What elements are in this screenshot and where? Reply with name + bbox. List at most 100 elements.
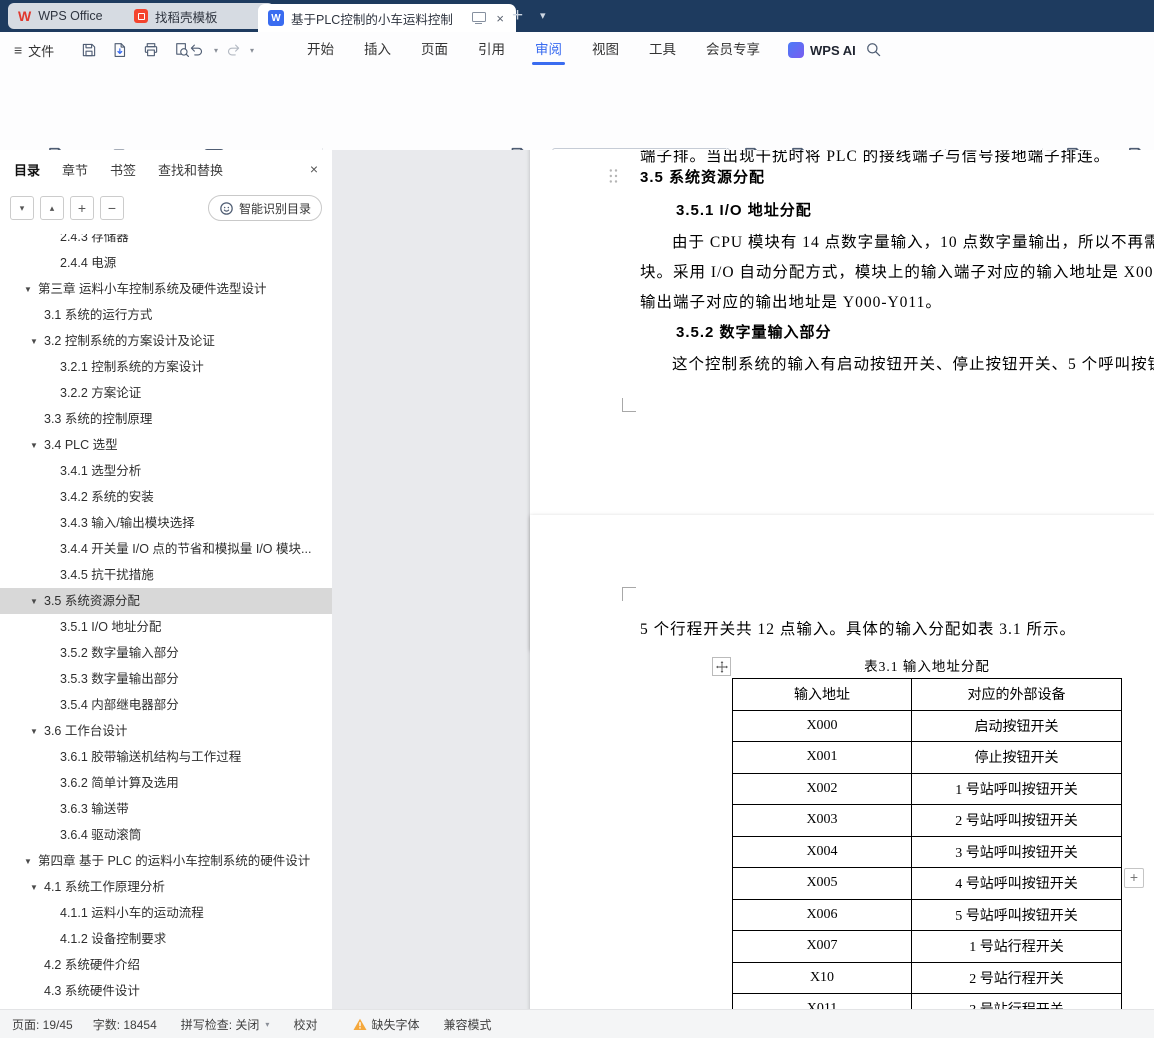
paragraph-line[interactable]: 输出端子对应的输出地址是 Y000-Y011。 bbox=[640, 292, 942, 314]
wps-ai-button[interactable]: WPS AI bbox=[788, 32, 856, 68]
table-cell[interactable]: X011 bbox=[732, 993, 912, 1010]
file-menu-button[interactable]: ≡ 文件 bbox=[14, 32, 54, 68]
toc-item[interactable]: 4.2 系统硬件介绍 bbox=[0, 952, 332, 978]
save-button[interactable] bbox=[78, 39, 100, 61]
table-caption[interactable]: 表3.1 输入地址分配 bbox=[732, 655, 1122, 675]
subsection-heading-3-5-1[interactable]: 3.5.1 I/O 地址分配 bbox=[676, 200, 812, 222]
menu-tab-会员专享[interactable]: 会员专享 bbox=[706, 32, 760, 68]
table-cell[interactable]: X003 bbox=[732, 804, 912, 837]
expand-triangle-icon[interactable]: ▼ bbox=[30, 589, 44, 614]
toc-item[interactable]: 3.4.2 系统的安装 bbox=[0, 484, 332, 510]
paragraph-line[interactable]: 块。采用 I/O 自动分配方式，模块上的输入端子对应的输入地址是 X000- bbox=[640, 262, 1154, 284]
tab-active-document[interactable]: W 基于PLC控制的小车运料控制 × bbox=[258, 4, 516, 32]
expand-triangle-icon[interactable]: ▼ bbox=[24, 849, 38, 874]
toc-item[interactable]: ▼ 第三章 运料小车控制系统及硬件选型设计 bbox=[0, 276, 332, 302]
table-cell[interactable]: 4 号站呼叫按钮开关 bbox=[911, 867, 1122, 900]
toc-item[interactable]: ▼ 3.4 PLC 选型 bbox=[0, 432, 332, 458]
toc-item[interactable]: 3.5.4 内部继电器部分 bbox=[0, 692, 332, 718]
redo-button[interactable] bbox=[222, 39, 244, 61]
table-cell[interactable]: X007 bbox=[732, 930, 912, 963]
table-cell[interactable]: 1 号站呼叫按钮开关 bbox=[911, 772, 1122, 805]
paragraph-line[interactable]: 5 个行程开关共 12 点输入。具体的输入分配如表 3.1 所示。 bbox=[640, 619, 1076, 641]
toc-item[interactable]: 3.2.2 方案论证 bbox=[0, 380, 332, 406]
table-cell[interactable]: 3 号站行程开关 bbox=[911, 993, 1122, 1010]
table-cell[interactable]: X005 bbox=[732, 867, 912, 900]
expand-triangle-icon[interactable]: ▼ bbox=[30, 329, 44, 354]
table-cell[interactable]: X001 bbox=[732, 741, 912, 774]
expand-triangle-icon[interactable]: ▼ bbox=[30, 875, 44, 900]
expand-triangle-icon[interactable]: ▼ bbox=[30, 433, 44, 458]
toc-item[interactable]: 3.4.5 抗干扰措施 bbox=[0, 562, 332, 588]
table-cell[interactable]: X006 bbox=[732, 898, 912, 931]
toc-item[interactable]: ▼ 3.6 工作台设计 bbox=[0, 718, 332, 744]
spell-check-toggle[interactable]: 拼写检查: 关闭 ▾ bbox=[181, 1016, 270, 1033]
print-button[interactable] bbox=[140, 39, 162, 61]
missing-font-warning[interactable]: 缺失字体 bbox=[353, 1016, 419, 1033]
toc-tab-chapters[interactable]: 章节 bbox=[62, 160, 88, 179]
toc-item[interactable]: 3.6.1 胶带输送机结构与工作过程 bbox=[0, 744, 332, 770]
expand-triangle-icon[interactable]: ▼ bbox=[30, 719, 44, 744]
proofread-status-button[interactable]: 校对 bbox=[293, 1016, 317, 1033]
toc-tab-contents[interactable]: 目录 bbox=[14, 160, 40, 179]
table-cell[interactable]: X004 bbox=[732, 835, 912, 868]
menu-tab-工具[interactable]: 工具 bbox=[649, 32, 676, 68]
paragraph-line[interactable]: 由于 CPU 模块有 14 点数字量输入，10 点数字量输出，所以不再需要 bbox=[672, 232, 1154, 254]
menu-tab-审阅[interactable]: 审阅 bbox=[532, 32, 565, 68]
toc-item[interactable]: 4.3 系统硬件设计 bbox=[0, 978, 332, 1004]
expand-triangle-icon[interactable]: ▼ bbox=[24, 277, 38, 302]
toc-tab-bookmarks[interactable]: 书签 bbox=[110, 160, 136, 179]
table-add-row-button[interactable]: + bbox=[1124, 868, 1144, 888]
toc-item[interactable]: 4.1.2 设备控制要求 bbox=[0, 926, 332, 952]
toc-panel-close-icon[interactable]: × bbox=[310, 161, 318, 177]
table-cell[interactable]: 1 号站行程开关 bbox=[911, 930, 1122, 963]
section-heading-3-5[interactable]: 3.5 系统资源分配 bbox=[640, 167, 765, 189]
tab-list-caret-icon[interactable]: ▾ bbox=[534, 3, 552, 29]
redo-caret-icon[interactable]: ▾ bbox=[250, 46, 254, 55]
toc-item[interactable]: 3.5.1 I/O 地址分配 bbox=[0, 614, 332, 640]
toc-item[interactable]: ▼ 第四章 基于 PLC 的运料小车控制系统的硬件设计 bbox=[0, 848, 332, 874]
close-tab-icon[interactable]: × bbox=[494, 11, 506, 26]
table-cell[interactable]: 2 号站呼叫按钮开关 bbox=[911, 804, 1122, 837]
toc-collapse-all-button[interactable]: ▾ bbox=[10, 196, 34, 220]
paragraph-line[interactable]: 这个控制系统的输入有启动按钮开关、停止按钮开关、5 个呼叫按钮 bbox=[672, 354, 1154, 376]
subsection-heading-3-5-2[interactable]: 3.5.2 数字量输入部分 bbox=[676, 322, 832, 344]
menu-tab-页面[interactable]: 页面 bbox=[421, 32, 448, 68]
table-header-cell[interactable]: 对应的外部设备 bbox=[911, 678, 1122, 711]
toc-tab-find-replace[interactable]: 查找和替换 bbox=[158, 160, 223, 179]
document-page-20[interactable]: 5 个行程开关共 12 点输入。具体的输入分配如表 3.1 所示。 表3.1 输… bbox=[530, 515, 1154, 1010]
toc-item[interactable]: ▼ 3.5 系统资源分配 bbox=[0, 588, 332, 614]
table-cell[interactable]: 启动按钮开关 bbox=[911, 709, 1122, 742]
menu-tab-视图[interactable]: 视图 bbox=[592, 32, 619, 68]
toc-item[interactable]: 3.4.3 输入/输出模块选择 bbox=[0, 510, 332, 536]
tab-docer-template[interactable]: 找稻壳模板 bbox=[124, 3, 274, 29]
paragraph-drag-handle-icon[interactable] bbox=[608, 168, 619, 184]
toc-expand-all-button[interactable]: ▴ bbox=[40, 196, 64, 220]
menu-tab-引用[interactable]: 引用 bbox=[478, 32, 505, 68]
toc-item[interactable]: 3.4.4 开关量 I/O 点的节省和模拟量 I/O 模块... bbox=[0, 536, 332, 562]
smart-recognize-toc-button[interactable]: 智能识别目录 bbox=[207, 195, 322, 221]
toc-item[interactable]: ▼ 4.1 系统工作原理分析 bbox=[0, 874, 332, 900]
toc-item[interactable]: ▼ 3.2 控制系统的方案设计及论证 bbox=[0, 328, 332, 354]
toc-item[interactable]: 2.4.3 存储器 bbox=[0, 234, 332, 250]
word-count-indicator[interactable]: 字数: 18454 bbox=[93, 1016, 157, 1033]
toc-zoom-in-button[interactable]: + bbox=[70, 196, 94, 220]
toc-zoom-out-button[interactable]: − bbox=[100, 196, 124, 220]
input-address-table[interactable]: 输入地址 对应的外部设备 X000 启动按钮开关 X001 停止按钮开关 X002 1 号站呼… bbox=[732, 678, 1122, 1010]
table-header-cell[interactable]: 输入地址 bbox=[732, 678, 912, 711]
table-cell[interactable]: X002 bbox=[732, 772, 912, 805]
toc-item[interactable]: 3.5.3 数字量输出部分 bbox=[0, 666, 332, 692]
table-cell[interactable]: 5 号站呼叫按钮开关 bbox=[911, 898, 1122, 931]
toc-item[interactable]: 3.5.2 数字量输入部分 bbox=[0, 640, 332, 666]
toc-item[interactable]: 4.1.1 运料小车的运动流程 bbox=[0, 900, 332, 926]
menu-tab-插入[interactable]: 插入 bbox=[364, 32, 391, 68]
search-button[interactable] bbox=[862, 38, 886, 62]
menu-tab-开始[interactable]: 开始 bbox=[307, 32, 334, 68]
table-cell[interactable]: 2 号站行程开关 bbox=[911, 961, 1122, 994]
toc-item[interactable]: 3.2.1 控制系统的方案设计 bbox=[0, 354, 332, 380]
undo-button[interactable] bbox=[186, 39, 208, 61]
toc-item[interactable]: 2.4.4 电源 bbox=[0, 250, 332, 276]
undo-caret-icon[interactable]: ▾ bbox=[214, 46, 218, 55]
table-move-handle[interactable] bbox=[712, 657, 731, 676]
tab-wps-office-home[interactable]: W WPS Office bbox=[8, 3, 140, 29]
toc-item[interactable]: 3.4.1 选型分析 bbox=[0, 458, 332, 484]
